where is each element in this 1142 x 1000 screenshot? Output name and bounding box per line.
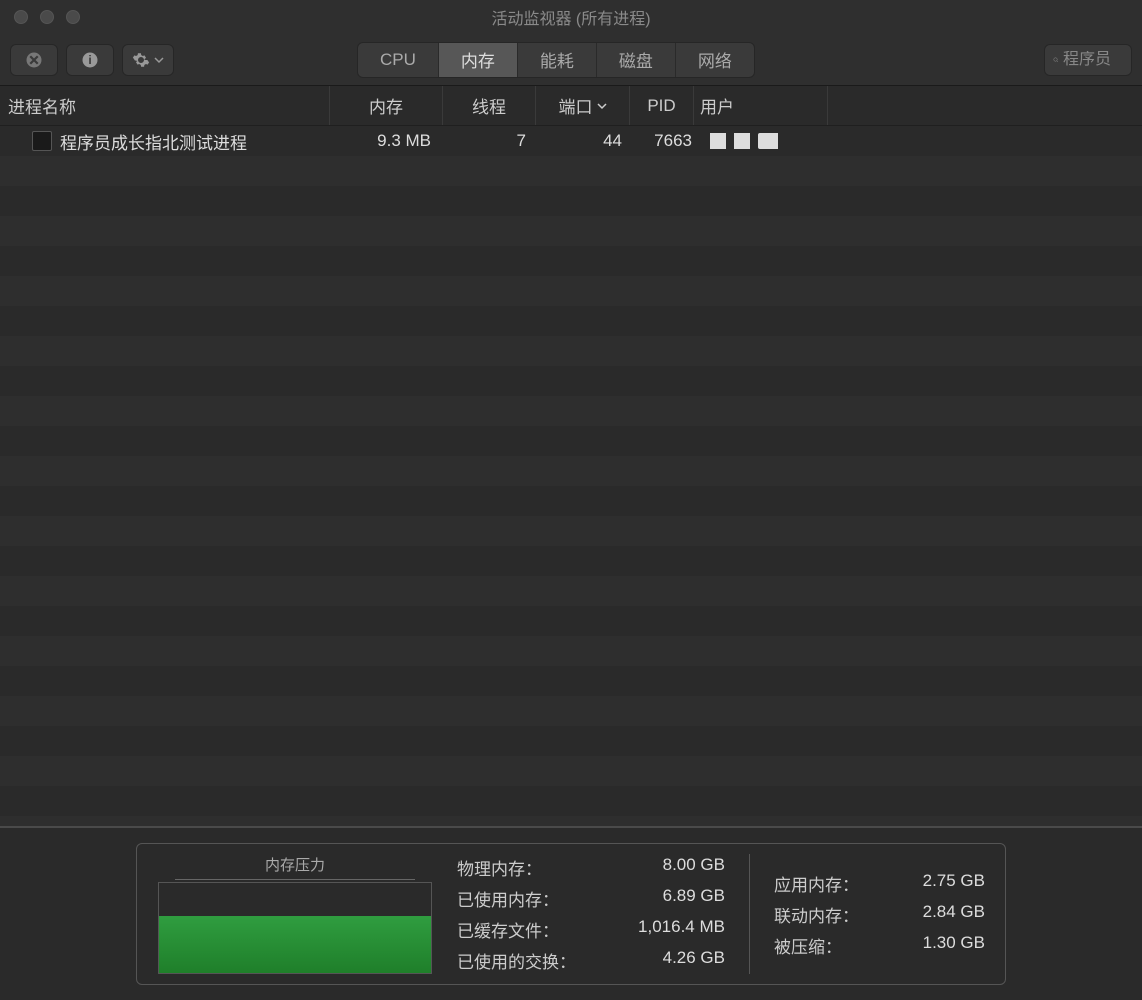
stat-value: 4.26 GB <box>663 948 725 973</box>
stat-row: 应用内存： 2.75 GB <box>774 871 985 896</box>
process-name: 程序员成长指北测试进程 <box>60 129 247 154</box>
options-button[interactable] <box>122 44 174 76</box>
stat-value: 2.75 GB <box>923 871 985 896</box>
close-window-button[interactable] <box>14 10 28 24</box>
table-row <box>0 396 1142 426</box>
stat-label: 已使用的交换： <box>457 948 576 973</box>
column-header-pid[interactable]: PID <box>630 86 694 125</box>
stat-label: 已使用内存： <box>457 886 559 911</box>
stat-row: 联动内存： 2.84 GB <box>774 902 985 927</box>
info-button[interactable]: i <box>66 44 114 76</box>
search-input[interactable] <box>1063 51 1123 69</box>
toolbar: i CPU 内存 能耗 磁盘 网络 <box>0 34 1142 86</box>
chevron-down-icon <box>154 55 164 65</box>
stat-row: 已使用内存： 6.89 GB <box>457 886 725 911</box>
column-header-name[interactable]: 进程名称 <box>0 86 330 125</box>
table-row <box>0 276 1142 306</box>
view-tabs: CPU 内存 能耗 磁盘 网络 <box>357 42 755 78</box>
stat-row: 被压缩： 1.30 GB <box>774 933 985 958</box>
column-header-threads[interactable]: 线程 <box>443 86 536 125</box>
stat-label: 被压缩： <box>774 933 842 958</box>
stat-value: 8.00 GB <box>663 855 725 880</box>
table-row <box>0 246 1142 276</box>
memory-stats-right: 应用内存： 2.75 GB 联动内存： 2.84 GB 被压缩： 1.30 GB <box>749 854 985 974</box>
table-row <box>0 366 1142 396</box>
process-ports: 44 <box>536 131 630 151</box>
svg-text:i: i <box>88 52 91 66</box>
gear-icon <box>132 51 150 69</box>
process-memory: 9.3 MB <box>330 131 443 151</box>
stat-label: 物理内存： <box>457 855 542 880</box>
tab-cpu[interactable]: CPU <box>358 43 439 77</box>
titlebar: 活动监视器 (所有进程) <box>0 0 1142 34</box>
stat-row: 已缓存文件： 1,016.4 MB <box>457 917 725 942</box>
redacted-box <box>734 133 750 149</box>
memory-pressure-title: 内存压力 <box>265 854 325 875</box>
memory-pressure-graph <box>158 882 432 974</box>
process-pid: 7663 <box>630 131 694 151</box>
stat-row: 物理内存： 8.00 GB <box>457 855 725 880</box>
redacted-box <box>758 133 778 149</box>
table-row[interactable]: 程序员成长指北测试进程 9.3 MB 7 44 7663 <box>0 126 1142 156</box>
stat-value: 1,016.4 MB <box>638 917 725 942</box>
table-row <box>0 666 1142 696</box>
info-icon: i <box>81 51 99 69</box>
window-title: 活动监视器 (所有进程) <box>0 5 1142 29</box>
table-row <box>0 726 1142 756</box>
chevron-down-icon <box>597 101 607 111</box>
stop-icon <box>25 51 43 69</box>
table-row <box>0 456 1142 486</box>
memory-stats-left: 物理内存： 8.00 GB 已使用内存： 6.89 GB 已缓存文件： 1,01… <box>457 854 725 974</box>
column-header-user[interactable]: 用户 <box>694 86 828 125</box>
minimize-window-button[interactable] <box>40 10 54 24</box>
column-header-ports[interactable]: 端口 <box>536 86 630 125</box>
process-user <box>694 133 828 149</box>
divider <box>175 879 415 880</box>
tab-energy[interactable]: 能耗 <box>518 43 597 77</box>
redacted-box <box>710 133 726 149</box>
table-row <box>0 426 1142 456</box>
table-row <box>0 576 1142 606</box>
stat-label: 应用内存： <box>774 871 859 896</box>
graph-line <box>159 916 431 918</box>
graph-fill <box>159 918 431 973</box>
table-row <box>0 546 1142 576</box>
table-row <box>0 756 1142 786</box>
stat-value: 2.84 GB <box>923 902 985 927</box>
process-table: 程序员成长指北测试进程 9.3 MB 7 44 7663 <box>0 126 1142 826</box>
process-icon <box>32 131 52 151</box>
table-row <box>0 816 1142 826</box>
process-threads: 7 <box>443 131 536 151</box>
table-row <box>0 306 1142 336</box>
column-header-memory[interactable]: 内存 <box>330 86 443 125</box>
table-row <box>0 606 1142 636</box>
stat-label: 已缓存文件： <box>457 917 559 942</box>
tab-network[interactable]: 网络 <box>676 43 754 77</box>
search-field[interactable] <box>1044 44 1132 76</box>
stat-label: 联动内存： <box>774 902 859 927</box>
stop-process-button[interactable] <box>10 44 58 76</box>
stat-value: 1.30 GB <box>923 933 985 958</box>
table-row <box>0 696 1142 726</box>
column-header-ports-label: 端口 <box>559 93 593 118</box>
zoom-window-button[interactable] <box>66 10 80 24</box>
memory-summary-panel: 内存压力 物理内存： 8.00 GB 已使用内存： 6.89 GB 已缓存文件：… <box>0 826 1142 1000</box>
table-row <box>0 786 1142 816</box>
table-row <box>0 156 1142 186</box>
table-header: 进程名称 内存 线程 端口 PID 用户 <box>0 86 1142 126</box>
stat-value: 6.89 GB <box>663 886 725 911</box>
table-row <box>0 216 1142 246</box>
table-row <box>0 516 1142 546</box>
window-controls <box>14 10 80 24</box>
search-icon <box>1053 52 1059 68</box>
table-row <box>0 186 1142 216</box>
tab-disk[interactable]: 磁盘 <box>597 43 676 77</box>
table-row <box>0 636 1142 666</box>
tab-memory[interactable]: 内存 <box>439 43 518 77</box>
table-row <box>0 336 1142 366</box>
stat-row: 已使用的交换： 4.26 GB <box>457 948 725 973</box>
table-row <box>0 486 1142 516</box>
